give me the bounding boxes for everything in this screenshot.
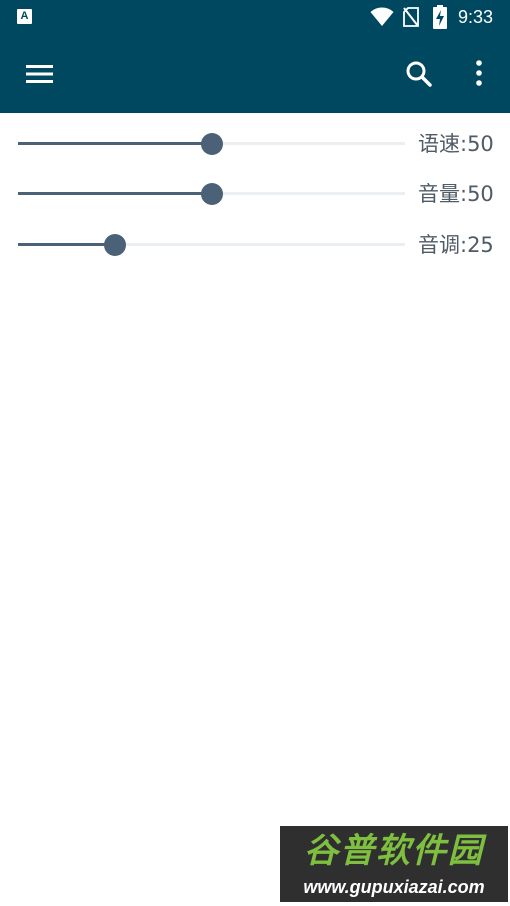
search-icon bbox=[406, 61, 432, 87]
volume-label: 音量:50 bbox=[418, 182, 494, 206]
more-vert-icon bbox=[476, 60, 482, 86]
slider-fill bbox=[18, 142, 212, 145]
pitch-slider[interactable] bbox=[18, 224, 405, 264]
status-clock: 9:33 bbox=[458, 7, 494, 27]
speech-rate-row: 语速:50 bbox=[0, 123, 510, 163]
slider-thumb[interactable] bbox=[200, 133, 223, 155]
slider-fill bbox=[18, 192, 212, 195]
volume-row: 音量:50 bbox=[0, 173, 510, 213]
app-notification-letter: A bbox=[20, 10, 29, 22]
menu-icon bbox=[26, 65, 53, 83]
pitch-label: 音调:25 bbox=[418, 233, 494, 257]
slider-thumb[interactable] bbox=[200, 183, 223, 205]
volume-slider[interactable] bbox=[18, 173, 405, 213]
slider-track bbox=[18, 243, 405, 246]
battery-charging-icon bbox=[433, 5, 447, 29]
overflow-menu-button[interactable] bbox=[458, 52, 498, 96]
speech-rate-slider[interactable] bbox=[18, 123, 405, 163]
speech-rate-label: 语速:50 bbox=[418, 132, 494, 156]
slider-fill bbox=[18, 243, 115, 246]
search-button[interactable] bbox=[394, 52, 442, 96]
app-notification-icon: A bbox=[17, 9, 32, 24]
pitch-row: 音调:25 bbox=[0, 224, 510, 264]
watermark-url: www.gupuxiazai.com bbox=[303, 877, 485, 897]
app-toolbar bbox=[0, 34, 510, 113]
no-sim-icon bbox=[403, 7, 419, 27]
wifi-icon bbox=[370, 7, 394, 26]
menu-button[interactable] bbox=[16, 54, 64, 94]
watermark-logo: 谷普软件园 www.gupuxiazai.com bbox=[280, 826, 508, 902]
slider-thumb[interactable] bbox=[103, 234, 126, 256]
status-bar: A 9:33 bbox=[0, 0, 510, 34]
watermark-title: 谷普软件园 bbox=[304, 831, 484, 871]
